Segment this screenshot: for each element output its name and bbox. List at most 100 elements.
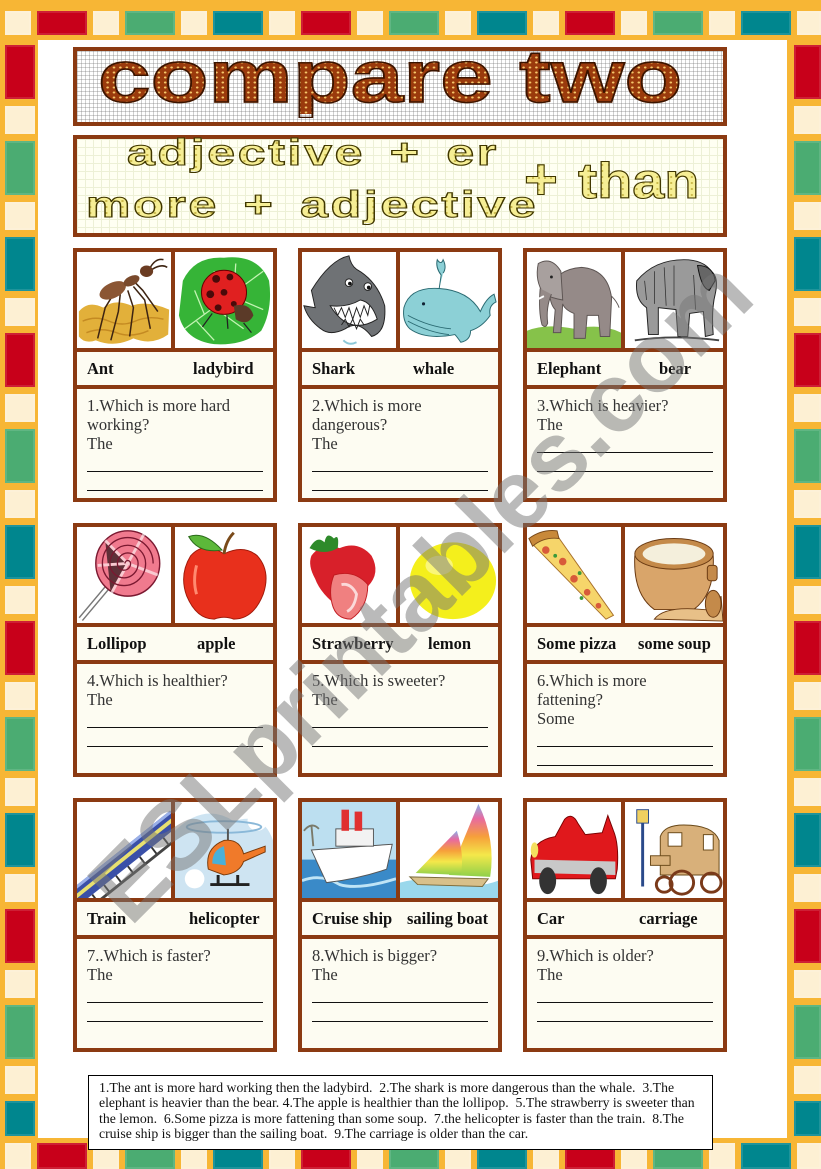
question-text: 3.Which is heavier? [537, 396, 669, 415]
comparison-card: Car carriage 9.Which is older? The [523, 798, 727, 1052]
strawberry-image [302, 527, 396, 623]
cruise-ship-image [302, 802, 396, 898]
item-b-label: bear [659, 359, 692, 378]
item-b-label: helicopter [189, 909, 260, 928]
question-text: 4.Which is healthier? [87, 671, 228, 690]
answer-line[interactable] [537, 453, 713, 472]
answer-line[interactable] [87, 728, 263, 747]
border-tile [213, 11, 263, 35]
answer-line[interactable] [312, 728, 488, 747]
answer-line[interactable] [87, 984, 263, 1003]
question-text: 2.Which is more dangerous? [312, 396, 422, 434]
answer-line[interactable] [537, 747, 713, 766]
border-tile [653, 11, 703, 35]
pizza-image [527, 527, 621, 623]
comparison-card: Train helicopter 7..Which is faster? The [73, 798, 277, 1052]
border-tile [797, 1143, 821, 1169]
answer-line[interactable] [87, 453, 263, 472]
item-b-label: ladybird [193, 359, 254, 378]
border-tile [5, 621, 35, 675]
border-tile [445, 11, 471, 35]
item-a-label: Cruise ship [312, 909, 393, 928]
question-area: 2.Which is more dangerous? The [302, 385, 498, 498]
border-tile [794, 1101, 821, 1136]
answer-line[interactable] [537, 984, 713, 1003]
border-tile [794, 586, 821, 614]
question-text: 9.Which is older? [537, 946, 654, 965]
border-tile [794, 778, 821, 806]
border-tile [794, 333, 821, 387]
question-area: 1.Which is more hard working? The [77, 385, 273, 498]
picture-row [77, 802, 273, 898]
answer-key: 1.The ant is more hard working then the … [88, 1075, 713, 1150]
question-area: 4.Which is healthier? The [77, 660, 273, 773]
answer-line[interactable] [312, 453, 488, 472]
answer-starter: The [312, 434, 338, 453]
border-tile [5, 45, 35, 99]
item-a-label: Car [537, 909, 565, 928]
question-text: 6.Which is more fattening? [537, 671, 647, 709]
border-tile [5, 490, 35, 518]
question-text: 1.Which is more hard working? [87, 396, 230, 434]
shark-image [302, 252, 396, 348]
border-tile [794, 717, 821, 771]
border-tile [533, 11, 559, 35]
border-tile [5, 909, 35, 963]
question-text: 5.Which is sweeter? [312, 671, 446, 690]
border-tile [5, 394, 35, 422]
sailing-boat-image [396, 802, 498, 898]
border-tile [5, 141, 35, 195]
border-tile [93, 11, 119, 35]
page-title: compare two [97, 35, 683, 118]
answer-starter: Some [537, 709, 575, 728]
border-tile [794, 429, 821, 483]
answer-line[interactable] [87, 1003, 263, 1022]
answer-starter: The [537, 415, 563, 434]
picture-row [527, 802, 723, 898]
border-tile [794, 874, 821, 902]
border-tile [37, 1143, 87, 1169]
question-area: 7..Which is faster? The [77, 935, 273, 1048]
border-tile [5, 429, 35, 483]
border-tile [794, 1005, 821, 1059]
border-tile [357, 11, 383, 35]
answer-starter: The [87, 965, 113, 984]
answer-line[interactable] [312, 984, 488, 1003]
label-row: Lollipop apple [77, 623, 273, 660]
answer-line[interactable] [312, 472, 488, 491]
answer-line[interactable] [312, 709, 488, 728]
comparison-card: Some pizza some soup 6.Which is more fat… [523, 523, 727, 777]
border-tile [5, 813, 35, 867]
answer-line[interactable] [537, 1003, 713, 1022]
ant-image [77, 252, 171, 348]
answer-line[interactable] [537, 728, 713, 747]
border-tile [5, 333, 35, 387]
item-b-label: sailing boat [407, 909, 489, 928]
soup-pot-image [621, 527, 723, 623]
grammar-rule-banner: adjective + er more + adjective + than [73, 133, 727, 237]
answer-line[interactable] [87, 709, 263, 728]
border-tile [5, 874, 35, 902]
elephant-image [527, 252, 621, 348]
answer-line[interactable] [312, 1003, 488, 1022]
border-tile [5, 682, 35, 710]
lemon-image [396, 527, 498, 623]
border-tile [477, 11, 527, 35]
border-tile [301, 11, 351, 35]
rule-than: than [577, 153, 700, 209]
picture-row [527, 252, 723, 348]
border-tile [794, 525, 821, 579]
border-tile [741, 1143, 791, 1169]
border-tile [5, 202, 35, 230]
answer-line[interactable] [87, 472, 263, 491]
item-a-label: Elephant [537, 359, 602, 378]
question-text: 7..Which is faster? [87, 946, 211, 965]
border-tile [269, 11, 295, 35]
carriage-image [621, 802, 723, 898]
comparison-card: Shark whale 2.Which is more dangerous? T… [298, 248, 502, 502]
answer-line[interactable] [537, 434, 713, 453]
comparison-card: Cruise ship sailing boat 8.Which is bigg… [298, 798, 502, 1052]
comparison-card: Lollipop apple 4.Which is healthier? The [73, 523, 277, 777]
title-banner: compare two [73, 39, 727, 126]
border-tile [5, 970, 35, 998]
